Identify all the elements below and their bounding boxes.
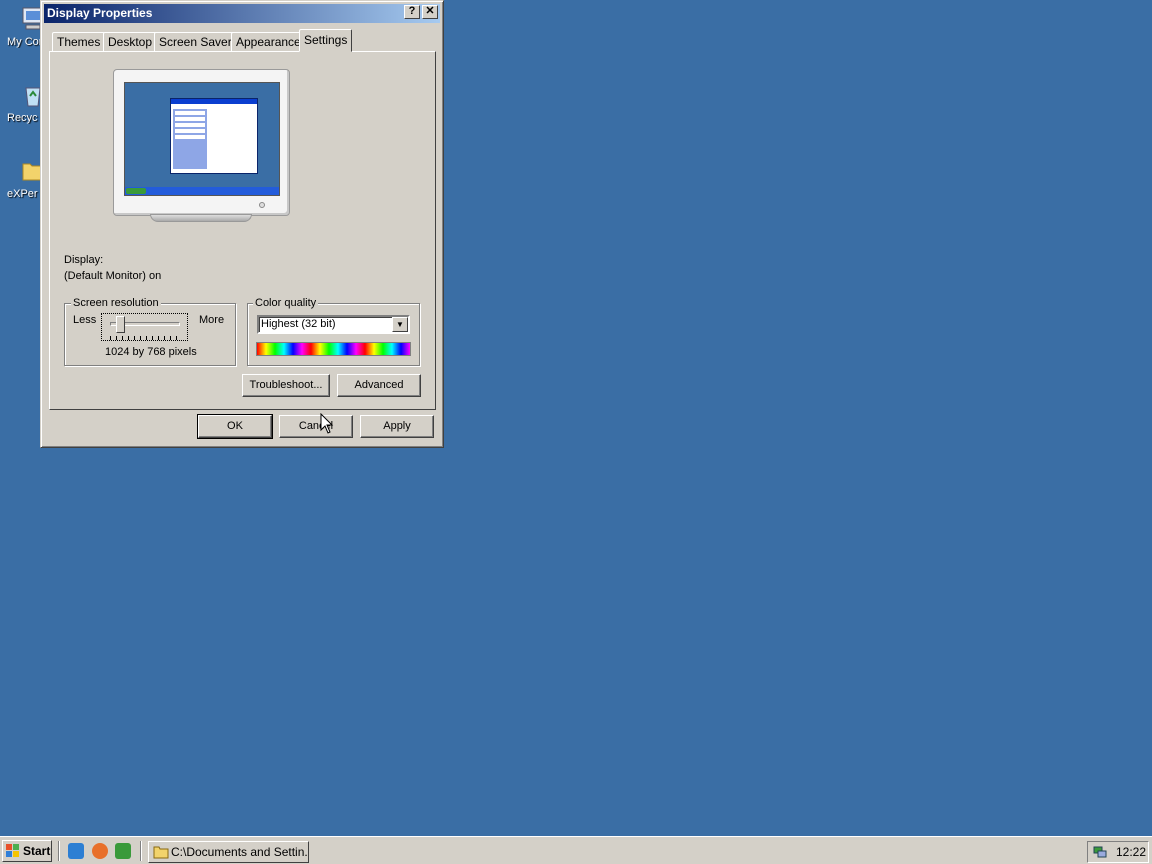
tab-screen-saver[interactable]: Screen Saver <box>154 32 237 52</box>
taskbar-separator <box>140 841 142 861</box>
clock[interactable]: 12:22 <box>1116 842 1146 862</box>
window-title: Display Properties <box>47 6 153 20</box>
tab-themes[interactable]: Themes <box>52 32 106 52</box>
tab-settings[interactable]: Settings <box>299 29 353 52</box>
close-button[interactable]: ✕ <box>422 5 438 19</box>
apply-button[interactable]: Apply <box>360 415 434 438</box>
taskbar-separator <box>58 841 60 861</box>
taskbar-window-button[interactable]: C:\Documents and Settin... <box>148 841 309 863</box>
mouse-cursor-icon <box>320 413 334 434</box>
help-button[interactable]: ? <box>404 5 420 19</box>
apply-label: Apply <box>383 420 411 432</box>
windows-logo-icon <box>6 844 19 857</box>
tab-appearance[interactable]: Appearance <box>231 32 306 52</box>
start-button[interactable]: Start <box>2 840 52 862</box>
taskbar-window-label: C:\Documents and Settin... <box>171 845 309 859</box>
network-icon[interactable] <box>1092 845 1108 859</box>
ie-icon[interactable] <box>68 843 84 859</box>
folder-icon <box>153 846 169 859</box>
title-bar[interactable]: Display Properties ? ✕ <box>44 4 440 23</box>
taskbar: Start C:\Documents and Settin... 12:22 <box>0 836 1152 864</box>
tab-desktop[interactable]: Desktop <box>103 32 158 52</box>
cancel-button[interactable]: Cancel <box>279 415 353 438</box>
settings-panel <box>49 51 436 410</box>
ok-label: OK <box>227 420 243 432</box>
start-label: Start <box>23 844 51 858</box>
ok-button[interactable]: OK <box>197 414 273 439</box>
system-tray: 12:22 <box>1087 841 1149 863</box>
show-desktop-icon[interactable] <box>115 843 131 859</box>
firefox-icon[interactable] <box>92 843 108 859</box>
display-properties-window: Display Properties ? ✕ Themes Desktop Sc… <box>40 0 444 448</box>
